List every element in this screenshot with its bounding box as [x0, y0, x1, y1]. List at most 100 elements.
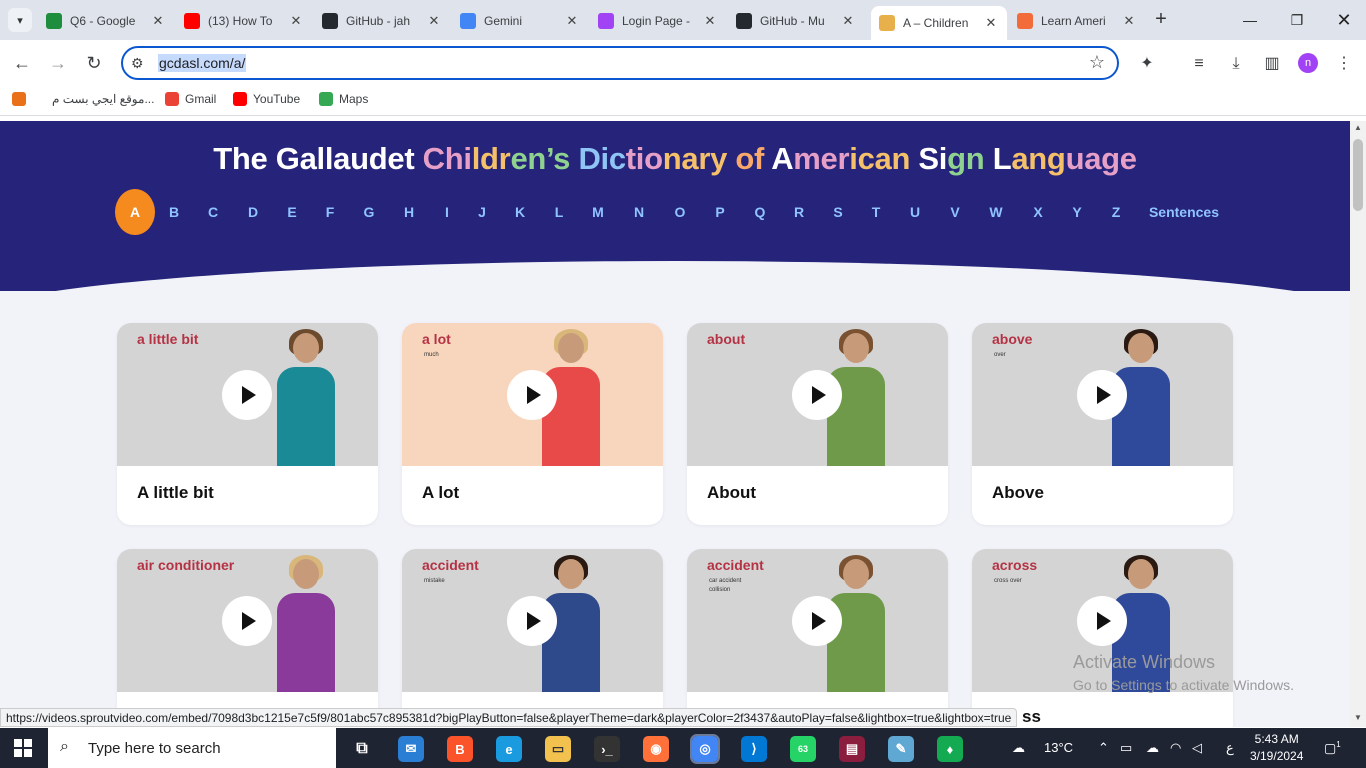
card-label[interactable]: A lot — [422, 483, 459, 503]
word-card[interactable]: above over Above — [972, 323, 1233, 525]
card-label[interactable]: About — [707, 483, 756, 503]
site-info-icon[interactable]: ⚙ — [131, 55, 144, 72]
bookmark-youtube[interactable]: YouTube — [233, 92, 300, 106]
edge-icon[interactable]: e — [496, 736, 522, 762]
site-title[interactable]: The Gallaudet Children’s Dictionary of A… — [0, 141, 1350, 177]
letter-link-d[interactable]: D — [238, 189, 268, 235]
mail-icon[interactable]: ✉ — [398, 736, 424, 762]
restore-button[interactable]: ❐ — [1277, 6, 1317, 34]
profile-avatar[interactable]: n — [1298, 53, 1318, 73]
url-text[interactable]: gcdasl.com/a/ — [158, 54, 247, 72]
taskbar-search-box[interactable]: ⌕ Type here to search — [48, 728, 336, 768]
wifi-icon[interactable]: ◠ — [1170, 740, 1181, 756]
file-explorer-icon[interactable]: ▭ — [545, 736, 571, 762]
letter-link-a[interactable]: A — [115, 189, 155, 235]
word-card[interactable]: a lot much A lot — [402, 323, 663, 525]
video-thumbnail[interactable]: above over — [972, 323, 1233, 466]
play-icon[interactable] — [222, 596, 272, 646]
letter-link-i[interactable]: I — [432, 189, 462, 235]
onedrive-icon[interactable]: ☁ — [1146, 740, 1159, 756]
weather-temp[interactable]: 13°C — [1044, 740, 1073, 755]
language-indicator[interactable]: ع — [1226, 740, 1234, 756]
letter-link-z[interactable]: Z — [1101, 189, 1131, 235]
letter-link-o[interactable]: O — [665, 189, 695, 235]
card-label[interactable]: A little bit — [137, 483, 214, 503]
reload-button[interactable]: ↻ — [81, 50, 107, 76]
letter-link-u[interactable]: U — [900, 189, 930, 235]
close-window-button[interactable]: ✕ — [1324, 6, 1364, 34]
bookmark-star-icon[interactable]: ☆ — [1089, 52, 1105, 73]
letter-link-t[interactable]: T — [861, 189, 891, 235]
play-icon[interactable] — [792, 370, 842, 420]
brave-icon[interactable]: B — [447, 736, 473, 762]
letter-link-h[interactable]: H — [394, 189, 424, 235]
tab-close-icon[interactable]: ✕ — [288, 13, 304, 29]
page-scrollbar[interactable]: ▲ ▼ — [1350, 121, 1366, 727]
letter-link-y[interactable]: Y — [1062, 189, 1092, 235]
tab-5[interactable]: Login Page - ✕ — [590, 6, 726, 36]
play-icon[interactable] — [792, 596, 842, 646]
video-thumbnail[interactable]: accident mistake — [402, 549, 663, 692]
letter-link-j[interactable]: J — [467, 189, 497, 235]
letter-link-g[interactable]: G — [354, 189, 384, 235]
word-card[interactable]: air conditioner — [117, 549, 378, 727]
tab-search-chevron-icon[interactable]: ▾ — [8, 8, 32, 32]
letter-link-x[interactable]: X — [1023, 189, 1053, 235]
notifications-icon[interactable]: ▢1 — [1324, 740, 1341, 756]
word-card[interactable]: accident car accident collision — [687, 549, 948, 727]
tab-2[interactable]: (13) How To ✕ — [176, 6, 312, 36]
video-thumbnail[interactable]: about — [687, 323, 948, 466]
letter-link-b[interactable]: B — [159, 189, 189, 235]
mongodb-icon[interactable]: ♦ — [937, 736, 963, 762]
whatsapp-icon[interactable]: 63 — [790, 736, 816, 762]
tab-6[interactable]: GitHub - Mu ✕ — [728, 6, 864, 36]
play-icon[interactable] — [507, 596, 557, 646]
bookmark-maps[interactable]: Maps — [319, 92, 368, 106]
tab-3[interactable]: GitHub - jah ✕ — [314, 6, 450, 36]
video-thumbnail[interactable]: a little bit — [117, 323, 378, 466]
extensions-icon[interactable]: ✦ — [1135, 52, 1159, 76]
letter-link-k[interactable]: K — [505, 189, 535, 235]
tab-close-icon[interactable]: ✕ — [150, 13, 166, 29]
card-label[interactable]: Above — [992, 483, 1044, 503]
downloads-icon[interactable]: ⤓ — [1224, 52, 1248, 76]
word-card[interactable]: a little bit A little bit — [117, 323, 378, 525]
letter-link-f[interactable]: F — [315, 189, 345, 235]
letter-link-sentences[interactable]: Sentences — [1140, 189, 1228, 235]
letter-link-e[interactable]: E — [277, 189, 307, 235]
tab-close-icon[interactable]: ✕ — [983, 15, 999, 31]
card-label[interactable]: ss — [1022, 707, 1041, 727]
play-icon[interactable] — [1077, 596, 1127, 646]
task-view-icon[interactable]: ⧉ — [349, 736, 375, 762]
forward-button[interactable]: → — [45, 50, 71, 76]
tab-close-icon[interactable]: ✕ — [564, 13, 580, 29]
bookmark-gmail[interactable]: Gmail — [165, 92, 216, 106]
tab-close-icon[interactable]: ✕ — [426, 13, 442, 29]
tab-close-icon[interactable]: ✕ — [840, 13, 856, 29]
tab-1[interactable]: Q6 - Google ✕ — [38, 6, 174, 36]
chrome-icon[interactable]: ◎ — [690, 734, 720, 764]
word-card[interactable]: across cross over ss — [972, 549, 1233, 727]
new-tab-button[interactable]: + — [1150, 8, 1172, 32]
bookmark-egybest[interactable]: موقع ايجي بست م... — [12, 92, 154, 106]
scrollbar-thumb[interactable] — [1353, 139, 1363, 211]
tray-chevron-icon[interactable]: ⌃ — [1098, 740, 1109, 756]
word-card[interactable]: about About — [687, 323, 948, 525]
video-thumbnail[interactable]: a lot much — [402, 323, 663, 466]
tab-close-icon[interactable]: ✕ — [702, 13, 718, 29]
back-button[interactable]: ← — [9, 50, 35, 76]
word-card[interactable]: accident mistake — [402, 549, 663, 727]
address-bar[interactable]: ⚙ gcdasl.com/a/ ☆ — [121, 46, 1119, 80]
windows-start-icon[interactable] — [14, 739, 32, 757]
play-icon[interactable] — [507, 370, 557, 420]
weather-icon[interactable]: ☁ — [1012, 740, 1025, 756]
letter-link-m[interactable]: M — [583, 189, 613, 235]
letter-link-l[interactable]: L — [544, 189, 574, 235]
media-controls-icon[interactable]: ≡ — [1187, 52, 1211, 76]
winrar-icon[interactable]: ▤ — [839, 736, 865, 762]
scroll-down-icon[interactable]: ▼ — [1354, 713, 1362, 722]
minimize-button[interactable]: — — [1230, 6, 1270, 34]
letter-link-w[interactable]: W — [981, 189, 1011, 235]
video-thumbnail[interactable]: accident car accident collision — [687, 549, 948, 692]
scroll-up-icon[interactable]: ▲ — [1354, 123, 1362, 132]
